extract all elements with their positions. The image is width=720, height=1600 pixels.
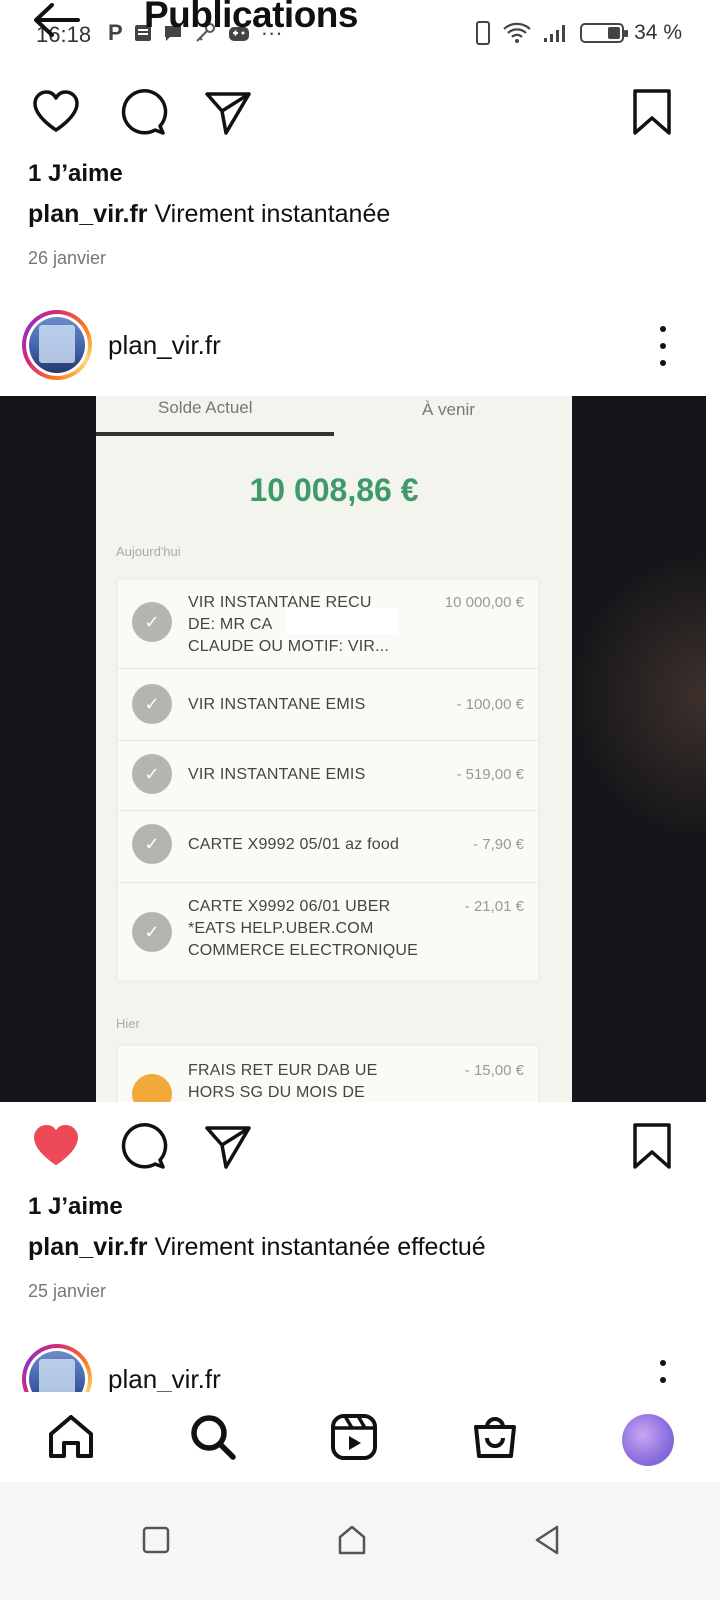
parking-icon: P bbox=[108, 20, 123, 45]
more-options-icon[interactable] bbox=[658, 1360, 668, 1392]
comment-icon[interactable] bbox=[116, 86, 168, 138]
post2-avatar[interactable] bbox=[22, 310, 92, 380]
transaction-row: ✓ VIR INSTANTANE RECU DE: MR CA CLAUDE O… bbox=[118, 580, 538, 668]
transaction-amount: - 21,01 € bbox=[464, 898, 524, 915]
check-icon: ✓ bbox=[132, 684, 172, 724]
transaction-line: CLAUDE OU MOTIF: VIR... bbox=[188, 638, 390, 655]
transaction-line: VIR INSTANTANE EMIS bbox=[188, 766, 366, 783]
check-icon: ✓ bbox=[132, 824, 172, 864]
comment-icon[interactable] bbox=[116, 1120, 168, 1172]
share-icon[interactable] bbox=[202, 86, 254, 138]
heart-filled-icon[interactable] bbox=[30, 1120, 82, 1172]
post1-caption-username[interactable]: plan_vir.fr bbox=[28, 200, 148, 228]
check-icon: ✓ bbox=[132, 602, 172, 642]
transaction-row: ✓ CARTE X9992 05/01 az food - 7,90 € bbox=[118, 812, 538, 882]
search-icon[interactable] bbox=[188, 1412, 238, 1462]
back-arrow-icon[interactable] bbox=[30, 0, 84, 40]
section-yesterday: Hier bbox=[116, 1016, 140, 1031]
recents-button[interactable] bbox=[138, 1522, 174, 1558]
back-button[interactable] bbox=[530, 1522, 566, 1558]
bookmark-icon[interactable] bbox=[626, 86, 678, 138]
transactions-card: ✓ VIR INSTANTANE RECU DE: MR CA CLAUDE O… bbox=[118, 580, 538, 980]
tab-upcoming: À venir bbox=[422, 400, 475, 419]
transaction-row: ✓ CARTE X9992 06/01 UBER *EATS HELP.UBER… bbox=[118, 884, 538, 980]
tab-current-balance: Solde Actuel bbox=[158, 398, 253, 417]
vibrate-icon bbox=[476, 21, 491, 45]
post1-date: 26 janvier bbox=[28, 248, 107, 268]
system-navigation-bar bbox=[0, 1482, 720, 1600]
share-icon[interactable] bbox=[202, 1120, 254, 1172]
post2-caption-text: Virement instantanée effectué bbox=[154, 1233, 486, 1261]
post1-likes[interactable]: 1 J’aime bbox=[28, 160, 123, 188]
wifi-icon bbox=[503, 22, 531, 43]
transaction-line: HORS SG DU MOIS DE bbox=[188, 1084, 365, 1101]
post2-username[interactable]: plan_vir.fr bbox=[108, 330, 221, 361]
balance-amount: 10 008,86 € bbox=[249, 472, 419, 508]
section-today: Aujourd'hui bbox=[116, 544, 181, 559]
transactions-card-yesterday: FRAIS RET EUR DAB UE HORS SG DU MOIS DE … bbox=[118, 1046, 538, 1102]
transaction-amount: 10 000,00 € bbox=[444, 594, 524, 611]
screenshot-banking-app: Solde Actuel À venir 10 008,86 € Aujourd… bbox=[96, 396, 572, 1102]
bookmark-icon[interactable] bbox=[626, 1120, 678, 1172]
transaction-line: CARTE X9992 05/01 az food bbox=[188, 836, 400, 853]
battery-fill bbox=[608, 27, 621, 39]
transaction-amount: - 100,00 € bbox=[456, 696, 524, 713]
transaction-line: *EATS HELP.UBER.COM bbox=[188, 920, 374, 937]
home-icon[interactable] bbox=[46, 1412, 96, 1462]
post3-username[interactable]: plan_vir.fr bbox=[108, 1364, 221, 1392]
check-icon: ✓ bbox=[132, 754, 172, 794]
battery-icon bbox=[580, 23, 629, 43]
transaction-row: ✓ VIR INSTANTANE EMIS - 100,00 € bbox=[118, 670, 538, 740]
check-icon: ✓ bbox=[132, 912, 172, 952]
post3-header: plan_vir.fr bbox=[0, 1340, 720, 1392]
transaction-amount: - 15,00 € bbox=[464, 1062, 524, 1079]
post1-caption: plan_vir.fr Virement instantanée bbox=[28, 200, 390, 229]
heart-icon[interactable] bbox=[30, 86, 82, 138]
page-title: Publications bbox=[144, 0, 358, 35]
post1-caption-text: Virement instantanée bbox=[154, 200, 391, 228]
home-button[interactable] bbox=[334, 1522, 370, 1558]
post2-caption-username[interactable]: plan_vir.fr bbox=[28, 1233, 148, 1261]
status-right: 34 % bbox=[474, 20, 682, 46]
post2-image[interactable]: Solde Actuel À venir 10 008,86 € Aujourd… bbox=[0, 396, 706, 1102]
post2-date: 25 janvier bbox=[28, 1281, 107, 1301]
transaction-row: ✓ VIR INSTANTANE EMIS - 519,00 € bbox=[118, 742, 538, 810]
more-options-icon[interactable] bbox=[658, 326, 668, 366]
post2-caption: plan_vir.fr Virement instantanée effectu… bbox=[28, 1233, 486, 1262]
signal-icon bbox=[544, 25, 566, 42]
transaction-amount: - 519,00 € bbox=[456, 766, 524, 783]
battery-percent: 34 % bbox=[634, 21, 682, 44]
profile-avatar[interactable] bbox=[622, 1414, 674, 1466]
post2-likes[interactable]: 1 J’aime bbox=[28, 1193, 123, 1221]
transaction-line: CARTE X9992 06/01 UBER bbox=[188, 898, 391, 915]
post3-avatar[interactable] bbox=[22, 1344, 92, 1392]
bottom-navigation bbox=[0, 1392, 720, 1482]
transaction-line: FRAIS RET EUR DAB UE bbox=[188, 1062, 378, 1079]
reels-icon[interactable] bbox=[329, 1412, 379, 1462]
transaction-amount: - 7,90 € bbox=[473, 836, 524, 853]
redaction bbox=[286, 608, 398, 634]
transaction-line: COMMERCE ELECTRONIQUE bbox=[188, 942, 418, 959]
transaction-line: VIR INSTANTANE EMIS bbox=[188, 696, 366, 713]
shop-icon[interactable] bbox=[470, 1412, 520, 1462]
